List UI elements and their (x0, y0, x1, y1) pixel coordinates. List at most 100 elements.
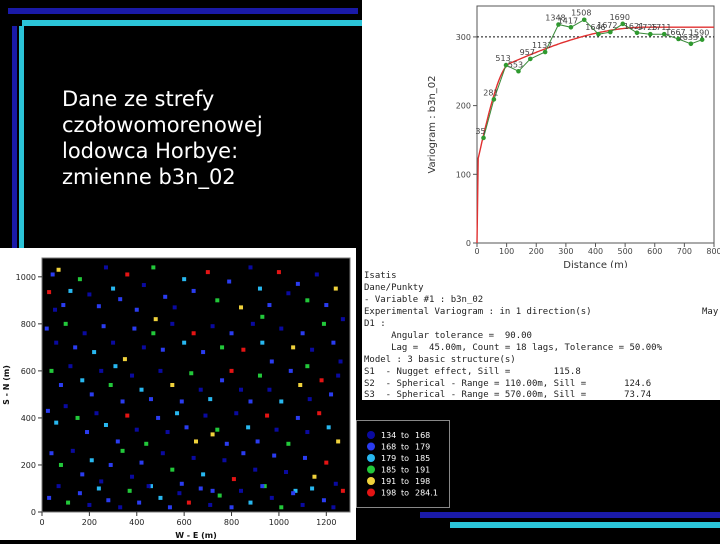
sample-point (191, 455, 196, 460)
pair-count-label: 553 (508, 60, 523, 69)
sample-point (134, 427, 139, 432)
sample-point (70, 448, 75, 453)
sample-point (191, 288, 196, 293)
sample-point (82, 331, 87, 336)
sample-point (291, 491, 296, 496)
x-tick-label: 200 (82, 518, 97, 527)
sample-point (269, 359, 274, 364)
sample-point (248, 500, 253, 505)
sample-point (340, 488, 345, 493)
sample-point (47, 495, 52, 500)
info-line: Experimental Variogram : in 1 direction(… (364, 307, 592, 317)
experimental-point (608, 29, 613, 35)
y-tick-label: 1000 (16, 273, 36, 282)
sample-point (253, 467, 258, 472)
sample-point (336, 373, 341, 378)
sample-point (103, 265, 108, 270)
decor-bar-left-cyan (19, 26, 24, 256)
sample-point (321, 498, 326, 503)
sample-point (231, 477, 236, 482)
sample-point (115, 439, 120, 444)
sample-point (85, 430, 90, 435)
sample-point (118, 505, 123, 510)
sample-point (94, 411, 99, 416)
info-line: S1 - Nugget effect, Sill = 115.8 (364, 367, 581, 377)
sample-point (170, 321, 175, 326)
legend-swatch (367, 488, 375, 497)
legend-to: 179 (415, 443, 430, 452)
sample-point (99, 368, 104, 373)
sample-point (130, 474, 135, 479)
sample-point (333, 481, 338, 486)
experimental-point (516, 68, 521, 74)
sample-point (158, 495, 163, 500)
decor-bar-cyan (22, 20, 362, 26)
sample-point (331, 340, 336, 345)
sample-point (234, 411, 239, 416)
sample-point (324, 460, 329, 465)
title-line: zmienne b3n_02 (62, 165, 236, 189)
sample-point (298, 383, 303, 387)
slide-title: Dane ze strefy czołowomorenowej lodowca … (62, 86, 342, 190)
sample-point (125, 413, 130, 418)
sample-point (175, 411, 180, 416)
sample-point (229, 368, 234, 373)
sample-point (246, 425, 251, 430)
y-tick-label: 100 (456, 170, 471, 179)
experimental-point (648, 31, 653, 37)
sample-point (120, 399, 125, 404)
legend-to-word: to (401, 443, 409, 452)
sample-point (310, 486, 315, 491)
x-tick-label: 800 (224, 518, 239, 527)
x-tick-label: 700 (677, 247, 692, 256)
legend-swatch (367, 465, 375, 474)
sample-point (122, 357, 127, 362)
sample-point (177, 491, 182, 496)
decor-bar-bottom-blue (420, 512, 720, 518)
sample-point (201, 350, 206, 355)
y-tick-label: 200 (456, 102, 471, 111)
legend-to-word: to (401, 477, 409, 486)
x-tick-label: 300 (558, 247, 573, 256)
info-line: D1 : (364, 319, 386, 329)
sample-point (63, 404, 68, 409)
variogram-info-panel: Isatis Dane/Punkty - Variable #1 : b3n_0… (362, 268, 720, 400)
info-line: - Variable #1 : b3n_02 (364, 295, 484, 305)
sample-point (260, 484, 265, 489)
sample-point (198, 387, 203, 392)
sample-point (305, 430, 310, 435)
y-axis-label: Variogram : b3n_02 (427, 75, 438, 173)
sample-point (108, 383, 113, 387)
sample-point (170, 383, 175, 387)
sample-point (139, 387, 144, 392)
sample-point (89, 458, 94, 463)
sample-point (307, 397, 312, 402)
sample-point (80, 472, 85, 477)
x-tick-label: 0 (39, 518, 44, 527)
sample-point (172, 305, 177, 310)
sample-point (80, 378, 85, 383)
sample-point (54, 420, 59, 425)
sample-point (56, 267, 61, 272)
sample-point (163, 294, 168, 299)
sample-point (44, 326, 49, 331)
sample-point (194, 439, 198, 444)
sample-point (324, 303, 329, 308)
legend-to: 168 (415, 431, 430, 440)
sample-point (338, 359, 343, 364)
info-line: Lag = 45.00m, Count = 18 lags, Tolerance… (364, 343, 663, 353)
sample-point (331, 505, 336, 510)
experimental-point (542, 49, 548, 55)
sample-point (274, 427, 279, 432)
x-tick-label: 1000 (269, 518, 289, 527)
sample-point (47, 290, 52, 295)
sample-point (49, 451, 54, 456)
legend-swatch (367, 442, 375, 451)
sample-point (189, 371, 194, 376)
sample-point (222, 458, 227, 463)
sample-point (210, 432, 215, 437)
info-line: Model : 3 basic structure(s) (364, 355, 516, 365)
sample-point (148, 397, 153, 402)
sample-point (50, 272, 55, 277)
x-tick-label: 400 (588, 247, 603, 256)
